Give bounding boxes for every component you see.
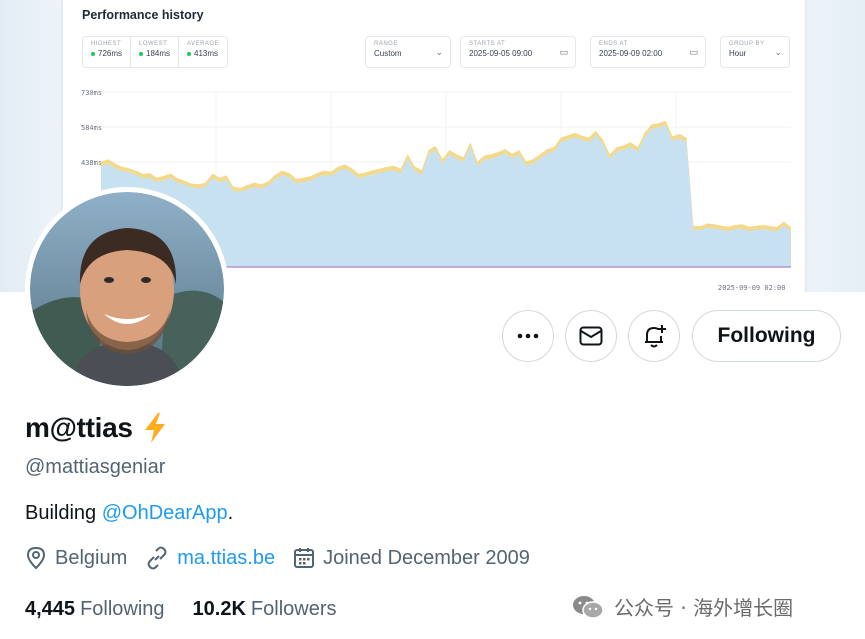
stat-value: 726ms <box>91 49 122 58</box>
dashboard-title: Performance history <box>82 8 204 22</box>
chevron-down-icon: ⌄ <box>435 47 443 57</box>
stat-label: AVERAGE <box>187 41 220 47</box>
location-text: Belgium <box>55 546 128 569</box>
envelope-icon <box>579 326 603 346</box>
following-label: Following <box>80 598 165 620</box>
chevron-down-icon: ⌄ <box>774 47 782 57</box>
join-date: Joined December 2009 <box>293 547 530 570</box>
followers-count: 10.2K <box>192 598 246 620</box>
stat-value: 184ms <box>139 49 170 58</box>
stat-label: HIGHEST <box>91 41 122 47</box>
ends-at-field: ENDS AT 2025-09-09 02:00 ▭ <box>590 36 706 68</box>
ends-value: 2025-09-09 02:00 <box>599 49 663 58</box>
bell-plus-icon <box>645 325 666 348</box>
join-date-text: Joined December 2009 <box>323 546 530 569</box>
message-button[interactable] <box>565 310 617 362</box>
x-axis-end-label: 2025-09-09 02:00 <box>718 284 786 292</box>
group-by-select: GROUP BY Hour ⌄ <box>720 36 790 68</box>
display-name: m@ttias <box>25 412 133 443</box>
status-dot-icon <box>139 51 144 56</box>
stat-lowest: LOWEST 184ms <box>131 37 180 67</box>
status-dot-icon <box>187 51 192 56</box>
range-label: RANGE <box>374 41 398 47</box>
website: ma.ttias.be <box>145 546 275 570</box>
bio-text: Building <box>25 502 102 524</box>
following-count-link[interactable]: 4,445 Following <box>25 598 165 621</box>
location-pin-icon <box>26 546 46 570</box>
profile-meta: Belgium ma.ttias.be Joined December 2009 <box>25 546 548 570</box>
bio-text-end: . <box>227 502 234 524</box>
following-count: 4,445 <box>25 598 76 620</box>
user-handle: @mattiasgeniar <box>25 456 166 478</box>
stat-highest: HIGHEST 726ms <box>83 37 132 67</box>
stat-value: 413ms <box>187 49 219 58</box>
following-button[interactable]: Following <box>692 310 841 362</box>
watermark-text: 公众号 · 海外增长圈 <box>614 596 794 620</box>
stats-group: HIGHEST 726ms LOWEST 184ms AVERAGE 413ms <box>82 36 229 68</box>
more-options-button[interactable] <box>502 310 554 362</box>
starts-at-field: STARTS AT 2025-09-05 09:00 ▭ <box>460 36 576 68</box>
y-tick-label: 438ms <box>81 159 102 167</box>
range-select: RANGE Custom ⌄ <box>365 36 451 68</box>
follow-counts: 4,445 Following 10.2K Followers <box>25 598 365 621</box>
ends-label: ENDS AT <box>599 41 628 47</box>
followers-count-link[interactable]: 10.2K Followers <box>193 598 337 621</box>
calendar-icon: ▭ <box>559 47 568 57</box>
group-value: Hour <box>729 49 747 58</box>
avatar-photo <box>30 192 224 386</box>
name-row: m@ttias <box>25 412 167 444</box>
bio: Building @OhDearApp. <box>25 502 233 525</box>
range-value: Custom <box>374 49 402 58</box>
lightning-bolt-icon <box>144 413 165 443</box>
status-dot-icon <box>91 51 95 56</box>
y-tick-label: 584ms <box>81 124 102 132</box>
stat-average: AVERAGE 413ms <box>179 37 227 67</box>
wechat-watermark: 公众号 · 海外增长圈 <box>572 592 793 621</box>
starts-label: STARTS AT <box>469 41 506 47</box>
starts-value: 2025-09-05 09:00 <box>469 49 533 58</box>
location: Belgium <box>25 546 127 570</box>
calendar-icon <box>294 548 315 568</box>
y-tick-label: 730ms <box>81 89 102 97</box>
calendar-icon: ▭ <box>689 47 698 57</box>
link-icon <box>147 546 167 570</box>
wechat-icon <box>573 595 604 619</box>
notifications-button[interactable] <box>628 310 680 362</box>
stat-label: LOWEST <box>139 41 168 47</box>
bio-mention-link[interactable]: @OhDearApp <box>102 502 228 524</box>
group-label: GROUP BY <box>729 41 765 47</box>
more-horizontal-icon <box>517 333 539 339</box>
website-link[interactable]: ma.ttias.be <box>177 547 275 570</box>
followers-label: Followers <box>250 598 337 620</box>
avatar[interactable] <box>25 187 229 391</box>
banner-background-right <box>803 0 865 292</box>
